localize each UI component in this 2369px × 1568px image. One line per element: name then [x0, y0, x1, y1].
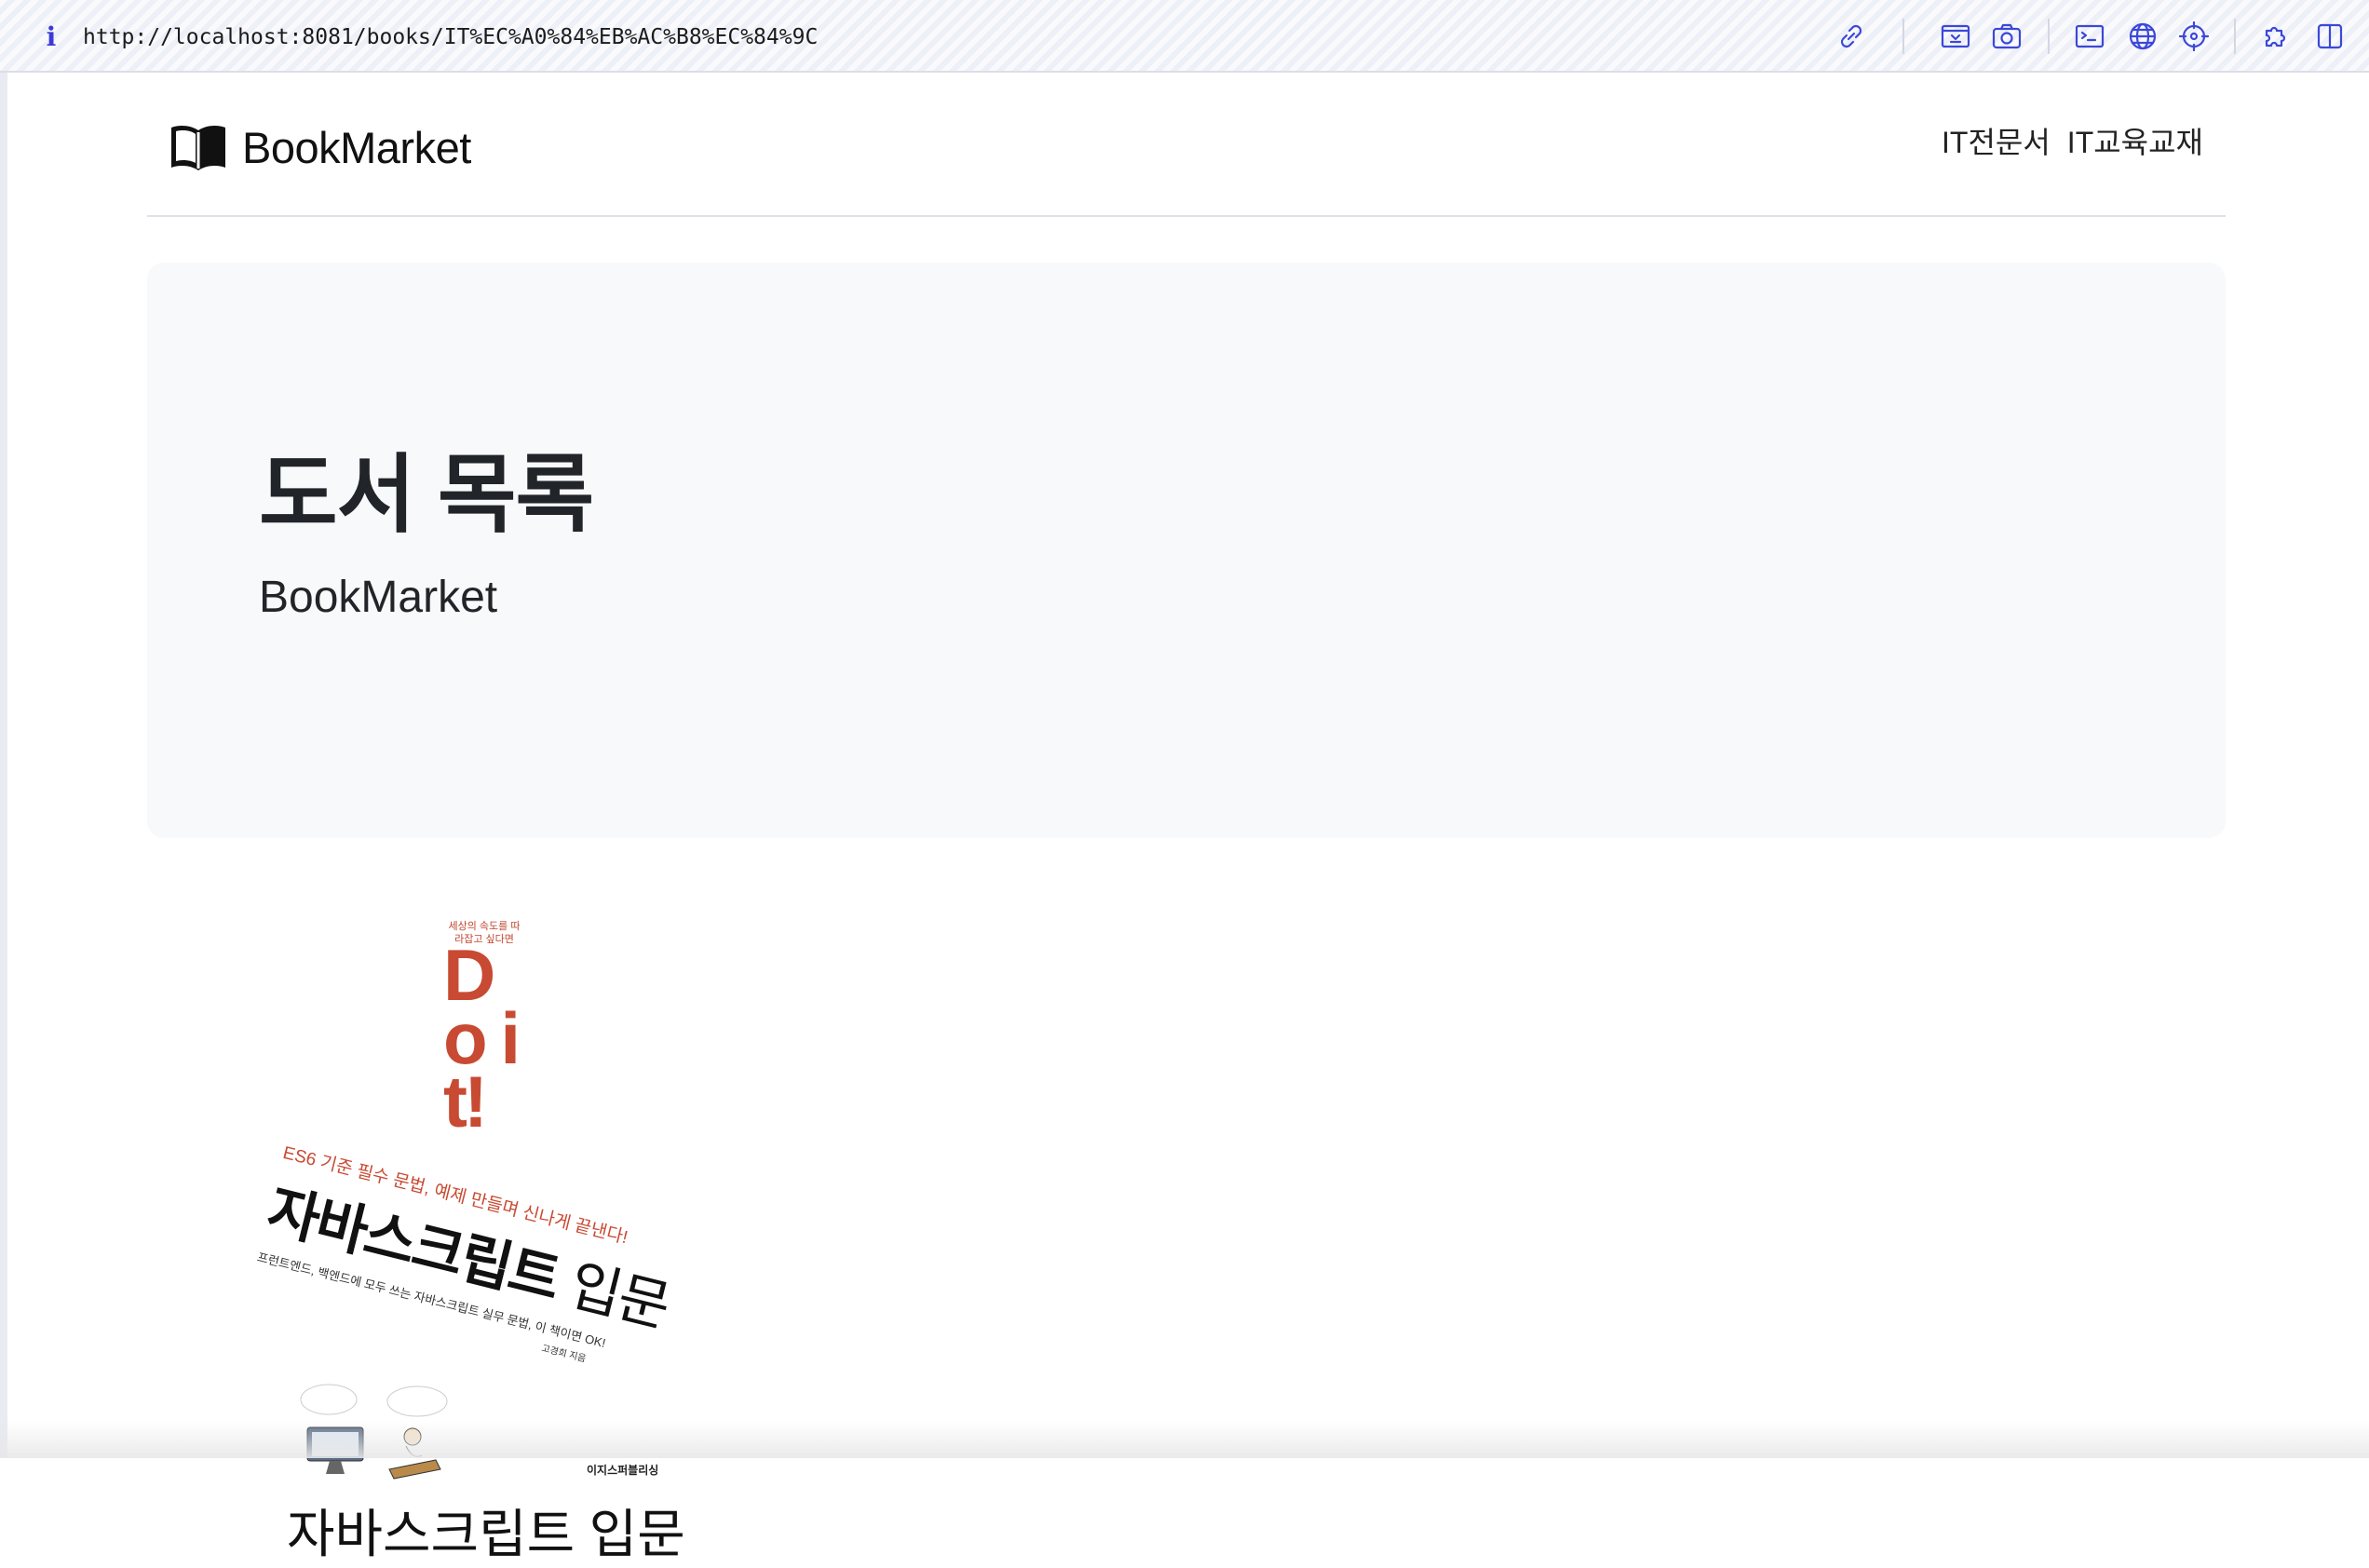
globe-icon[interactable] [2125, 19, 2160, 54]
book-title[interactable]: 자바스크립트 입문 [287, 1493, 685, 1568]
nav-link-it-professional[interactable]: IT전문서 [1942, 121, 2051, 164]
toolbar-divider [1902, 19, 1904, 54]
page-title: 도서 목록 [259, 444, 593, 547]
hero-section: 도서 목록 BookMarket [147, 263, 2226, 838]
terminal-icon[interactable] [2072, 19, 2107, 54]
sidebar-icon[interactable] [2312, 19, 2348, 54]
info-icon[interactable]: i [37, 19, 65, 56]
cover-publisher: 이지스퍼블리싱 [587, 1462, 658, 1478]
cover-series-logo: Do it! [443, 943, 527, 1133]
page-subtitle: BookMarket [259, 570, 497, 626]
bottom-shadow [0, 1421, 2369, 1458]
cover-title-sub: 입문 [563, 1253, 674, 1338]
extension-icon[interactable] [2258, 19, 2294, 54]
brand-link[interactable]: BookMarket [168, 119, 471, 175]
link-icon[interactable] [1834, 19, 1869, 54]
window-edge [0, 73, 7, 1458]
toolbar-divider [2048, 19, 2050, 54]
url-field[interactable]: http://localhost:8081/books/IT%EC%A0%84%… [83, 20, 818, 54]
browser-toolbar: i http://localhost:8081/books/IT%EC%A0%8… [0, 0, 2369, 73]
crosshair-icon[interactable] [2176, 19, 2212, 54]
cover-title-block: ES6 기준 필수 문법, 예제 만들며 신나게 끝낸다! 자바스크립트 입문 … [251, 1139, 675, 1378]
brand-name: BookMarket [242, 122, 471, 173]
site-header: BookMarket IT전문서 IT교육교재 [147, 73, 2226, 217]
responsive-icon[interactable] [1938, 19, 1973, 54]
main-nav: IT전문서 IT교육교재 [1942, 121, 2203, 164]
page-container: BookMarket IT전문서 IT교육교재 도서 목록 BookMarket… [147, 73, 2226, 217]
nav-link-it-textbook[interactable]: IT교육교재 [2067, 121, 2203, 164]
open-book-icon [168, 121, 229, 173]
toolbar-divider [2234, 19, 2236, 54]
camera-icon[interactable] [1989, 19, 2024, 54]
